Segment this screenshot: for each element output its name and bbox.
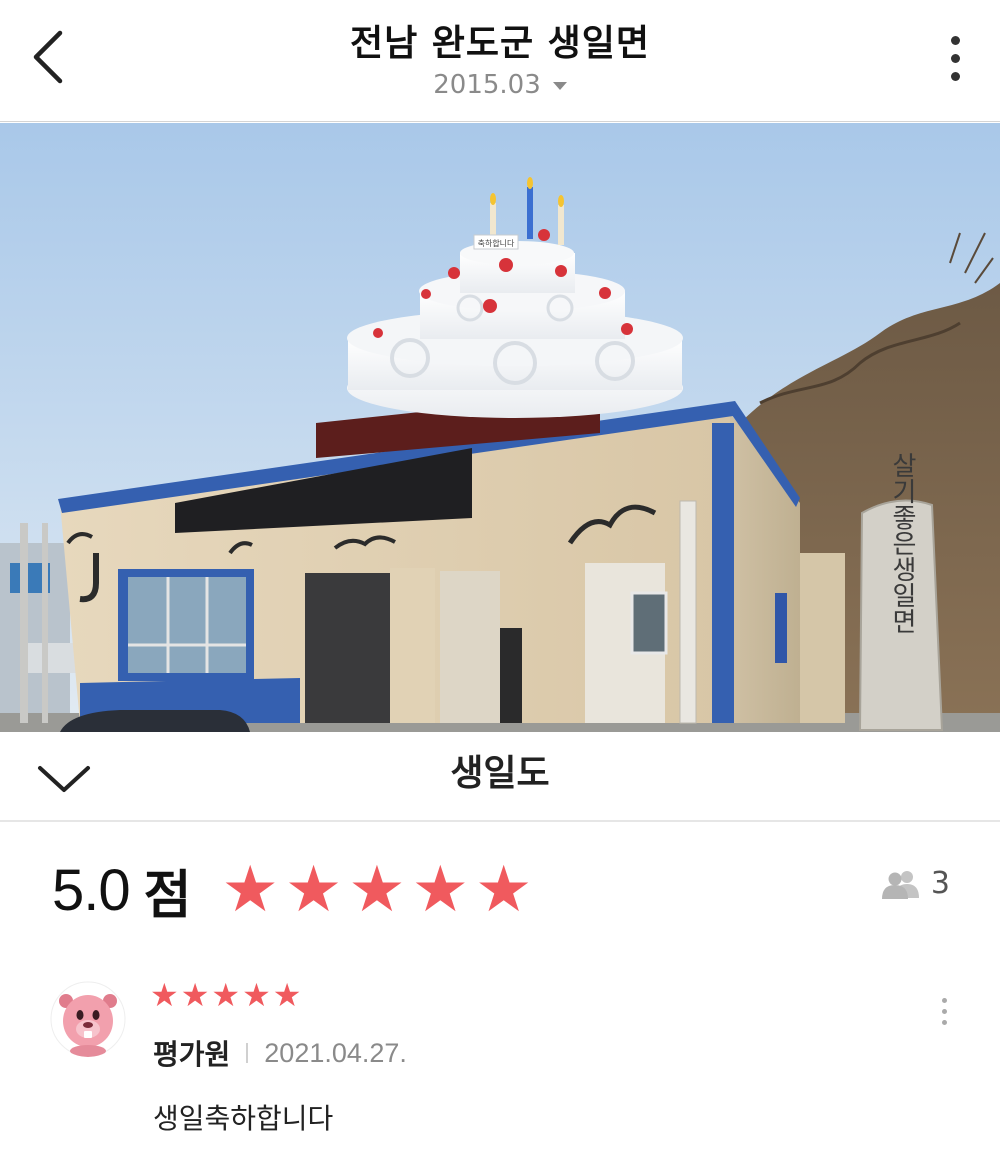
- rating-star-icon: ★: [284, 853, 343, 927]
- review-star-icon: ★: [180, 976, 210, 1014]
- meta-divider: [246, 1043, 249, 1063]
- cake-building-photo: 축하합니다 살기좋은생일면: [0, 123, 1000, 732]
- date-selector[interactable]: 2015.03: [0, 70, 1000, 100]
- more-vertical-icon: [950, 35, 960, 45]
- review-more-button[interactable]: [934, 993, 954, 1029]
- review-star-icon: ★: [211, 976, 241, 1014]
- rating-star-icon: ★: [474, 853, 533, 927]
- page-title: 전남 완도군 생일면: [349, 23, 651, 64]
- reviewer-avatar[interactable]: [50, 981, 126, 1057]
- rating-score: 5.0: [52, 857, 131, 923]
- more-vertical-icon: [941, 997, 947, 1003]
- review-meta: 평가원 2021.04.27.: [153, 1033, 407, 1073]
- rating-summary: 5.0 점 ★ ★ ★ ★ ★: [52, 850, 532, 930]
- reviewer-count-button[interactable]: 3: [881, 866, 950, 901]
- review-stars: ★ ★ ★ ★ ★: [150, 975, 301, 1015]
- rating-star-icon: ★: [348, 853, 406, 927]
- more-options-button[interactable]: [940, 28, 970, 88]
- place-header: 생일도: [0, 732, 1000, 822]
- top-app-bar: 전남 완도군 생일면 2015.03: [0, 0, 1000, 122]
- caret-down-icon: [552, 82, 567, 90]
- people-icon: [881, 870, 919, 899]
- review-text: 생일축하합니다: [153, 1102, 334, 1135]
- rating-stars: ★ ★ ★ ★ ★: [221, 858, 532, 922]
- cake-sign-text: 축하합니다: [478, 238, 515, 248]
- review-item: ★ ★ ★ ★ ★ 평가원 2021.04.27. 생일축하합니다: [50, 975, 960, 1145]
- date-label: 2015.03: [433, 70, 541, 100]
- review-star-icon: ★: [272, 976, 302, 1014]
- review-star-icon: ★: [150, 976, 179, 1014]
- rating-star-icon: ★: [411, 853, 469, 927]
- review-author[interactable]: 평가원: [153, 1033, 230, 1073]
- reviewer-count: 3: [930, 866, 950, 901]
- review-star-icon: ★: [242, 976, 271, 1014]
- beaver-avatar-icon: [50, 981, 126, 1057]
- rating-unit: 점: [143, 865, 192, 926]
- place-name: 생일도: [450, 753, 550, 794]
- stone-sign-text: 살기좋은생일면: [887, 452, 917, 634]
- street-photo[interactable]: 축하합니다 살기좋은생일면: [0, 123, 1000, 732]
- review-date: 2021.04.27.: [264, 1037, 407, 1068]
- rating-star-icon: ★: [221, 853, 279, 927]
